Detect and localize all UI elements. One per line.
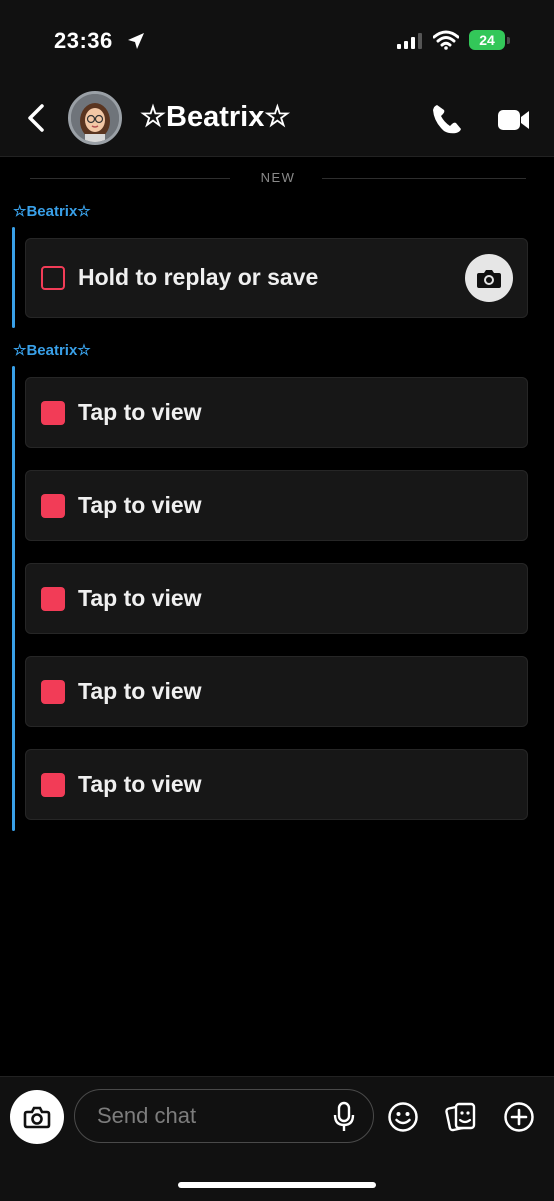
sender-name: ☆Beatrix☆	[13, 203, 91, 220]
microphone-icon[interactable]	[331, 1101, 357, 1133]
chat-composer	[0, 1076, 554, 1201]
status-bar: 23:36 24	[0, 0, 554, 80]
bitmoji-icon	[71, 94, 119, 142]
unopened-snap-icon	[41, 587, 65, 611]
snap-text: Tap to view	[78, 585, 202, 611]
chat-header: ☆Beatrix☆	[0, 80, 554, 157]
unopened-snap-card[interactable]: Tap to view	[25, 563, 528, 634]
contact-name[interactable]: ☆Beatrix☆	[140, 99, 290, 134]
battery-indicator: 24	[469, 30, 510, 50]
snap-text: Tap to view	[78, 678, 202, 704]
avatar[interactable]	[68, 91, 122, 145]
location-arrow-icon	[128, 33, 144, 49]
camera-button[interactable]	[10, 1090, 64, 1144]
unopened-snap-card[interactable]: Tap to view	[25, 470, 528, 541]
cellular-signal-icon	[397, 33, 422, 49]
snap-text: Tap to view	[78, 492, 202, 518]
emoji-icon[interactable]	[387, 1101, 419, 1133]
unopened-snap-card[interactable]: Tap to view	[25, 377, 528, 448]
plus-icon[interactable]	[503, 1101, 535, 1133]
status-time: 23:36	[54, 28, 113, 53]
video-call-icon[interactable]	[496, 106, 532, 134]
snap-text: Hold to replay or save	[78, 264, 319, 290]
thread-indicator	[12, 227, 15, 328]
opened-snap-card[interactable]: Hold to replay or save	[25, 238, 528, 318]
camera-icon	[23, 1106, 51, 1129]
phone-icon[interactable]	[430, 102, 464, 136]
unopened-snap-card[interactable]: Tap to view	[25, 749, 528, 820]
unopened-snap-icon	[41, 773, 65, 797]
unopened-snap-icon	[41, 494, 65, 518]
unopened-snap-icon	[41, 680, 65, 704]
send-chat-field[interactable]	[74, 1089, 374, 1143]
opened-snap-icon	[41, 266, 65, 290]
sender-name: ☆Beatrix☆	[13, 342, 91, 359]
back-icon[interactable]	[22, 100, 52, 136]
divider-line-left	[30, 178, 230, 179]
new-label: NEW	[260, 170, 296, 185]
chat-input[interactable]	[95, 1090, 329, 1142]
snap-text: Tap to view	[78, 399, 202, 425]
unopened-snap-icon	[41, 401, 65, 425]
thread-indicator	[12, 366, 15, 831]
unopened-snap-card[interactable]: Tap to view	[25, 656, 528, 727]
sticker-icon[interactable]	[445, 1101, 477, 1133]
snap-text: Tap to view	[78, 771, 202, 797]
divider-line-right	[322, 178, 526, 179]
new-messages-divider: NEW	[30, 170, 526, 186]
reply-camera-button[interactable]	[465, 254, 513, 302]
camera-icon	[477, 270, 501, 288]
wifi-icon	[433, 30, 459, 50]
home-indicator[interactable]	[178, 1182, 376, 1188]
battery-level: 24	[479, 32, 495, 48]
